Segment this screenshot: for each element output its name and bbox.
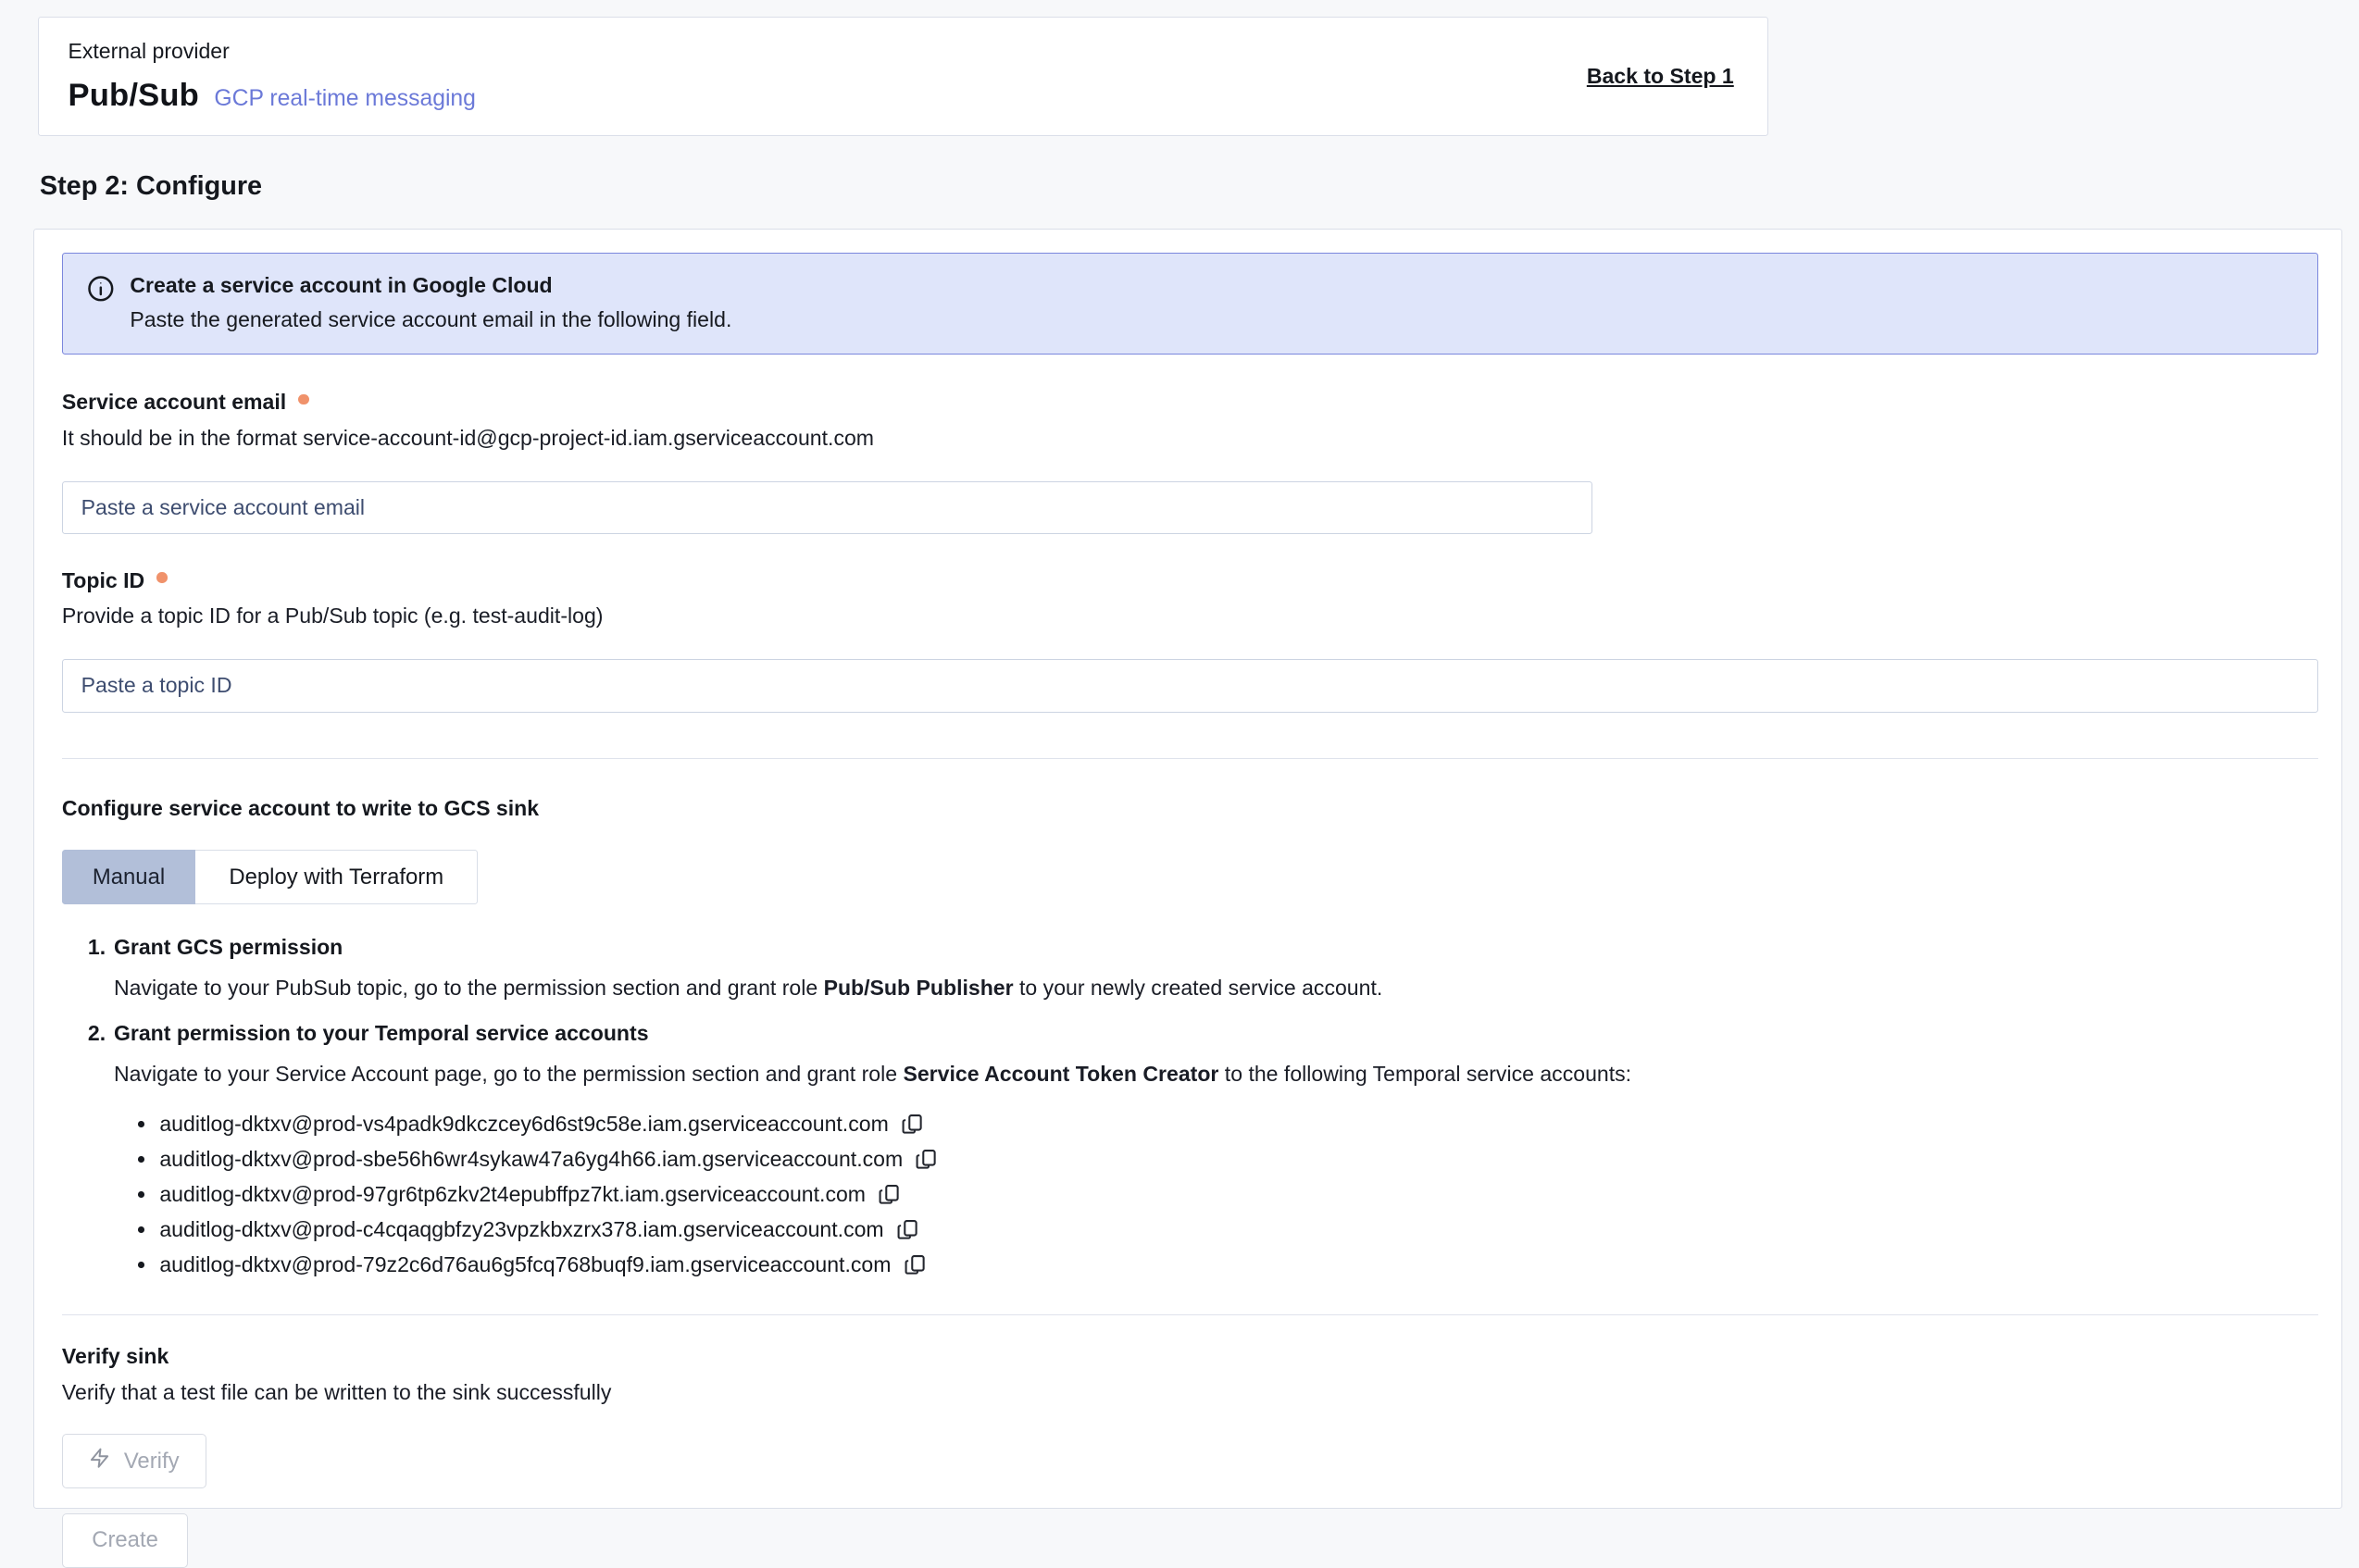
- bullet: [138, 1156, 144, 1163]
- step-body: Navigate to your PubSub topic, go to the…: [114, 974, 2318, 1002]
- service-account-email: auditlog-dktxv@prod-vs4padk9dkczcey6d6st…: [159, 1112, 888, 1137]
- step-grant-temporal-permission: 2. Grant permission to your Temporal ser…: [88, 1021, 2318, 1282]
- copy-icon[interactable]: [904, 1253, 927, 1276]
- page: External provider Pub/Sub GCP real-time …: [0, 0, 2359, 1519]
- required-indicator: [298, 394, 309, 405]
- temporal-service-account-list: auditlog-dktxv@prod-vs4padk9dkczcey6d6st…: [114, 1107, 2318, 1282]
- configure-section-heading: Configure service account to write to GC…: [62, 796, 2318, 821]
- step-body-text: to the following Temporal service accoun…: [1218, 1062, 1631, 1086]
- verify-sink-heading: Verify sink: [62, 1344, 2318, 1369]
- verify-button[interactable]: Verify: [62, 1434, 206, 1488]
- external-provider-label: External provider: [68, 39, 475, 64]
- list-item: auditlog-dktxv@prod-79z2c6d76au6g5fcq768…: [114, 1247, 2318, 1282]
- copy-icon[interactable]: [915, 1148, 938, 1171]
- page-title: Step 2: Configure: [40, 171, 262, 202]
- bullet: [138, 1226, 144, 1233]
- configure-card: Create a service account in Google Cloud…: [33, 229, 2341, 1509]
- configure-tabs: Manual Deploy with Terraform: [62, 850, 2318, 904]
- topic-id-helper: Provide a topic ID for a Pub/Sub topic (…: [62, 604, 2318, 628]
- step-grant-gcs-permission: 1. Grant GCS permission Navigate to your…: [88, 935, 2318, 1017]
- list-item: auditlog-dktxv@prod-vs4padk9dkczcey6d6st…: [114, 1107, 2318, 1142]
- create-button-label: Create: [92, 1527, 158, 1553]
- provider-name: Pub/Sub: [68, 78, 198, 114]
- copy-icon[interactable]: [878, 1183, 901, 1206]
- service-account-email-helper: It should be in the format service-accou…: [62, 426, 2318, 451]
- step-number: 2.: [88, 1021, 114, 1282]
- info-banner-body: Paste the generated service account emai…: [130, 307, 731, 332]
- bullet: [138, 1121, 144, 1127]
- step-body-role: Pub/Sub Publisher: [824, 976, 1014, 1000]
- step-number: 1.: [88, 935, 114, 1017]
- info-banner: Create a service account in Google Cloud…: [62, 253, 2318, 355]
- copy-icon[interactable]: [901, 1113, 924, 1136]
- step-title: Grant permission to your Temporal servic…: [114, 1021, 2318, 1046]
- required-indicator: [156, 572, 168, 583]
- step-title: Grant GCS permission: [114, 935, 2318, 960]
- tab-deploy-with-terraform[interactable]: Deploy with Terraform: [195, 850, 478, 904]
- copy-icon[interactable]: [896, 1218, 919, 1241]
- section-divider: [62, 1314, 2318, 1315]
- list-item: auditlog-dktxv@prod-97gr6tp6zkv2t4epubff…: [114, 1177, 2318, 1213]
- topic-id-label: Topic ID: [62, 568, 144, 593]
- step-body-role: Service Account Token Creator: [903, 1062, 1218, 1086]
- info-banner-title: Create a service account in Google Cloud: [130, 273, 731, 298]
- service-account-email-input[interactable]: [62, 481, 1592, 535]
- provider-tagline: GCP real-time messaging: [214, 86, 476, 112]
- list-item: auditlog-dktxv@prod-sbe56h6wr4sykaw47a6y…: [114, 1142, 2318, 1177]
- tab-manual[interactable]: Manual: [62, 850, 195, 904]
- step-body-text: to your newly created service account.: [1014, 976, 1383, 1000]
- provider-header-card: External provider Pub/Sub GCP real-time …: [38, 17, 1768, 136]
- bullet: [138, 1262, 144, 1268]
- list-item: auditlog-dktxv@prod-c4cqaqgbfzy23vpzkbxz…: [114, 1212, 2318, 1247]
- service-account-email: auditlog-dktxv@prod-79z2c6d76au6g5fcq768…: [159, 1252, 891, 1277]
- service-account-email: auditlog-dktxv@prod-c4cqaqgbfzy23vpzkbxz…: [159, 1217, 883, 1242]
- service-account-email: auditlog-dktxv@prod-sbe56h6wr4sykaw47a6y…: [159, 1147, 903, 1172]
- zap-icon: [89, 1446, 110, 1476]
- service-account-email: auditlog-dktxv@prod-97gr6tp6zkv2t4epubff…: [159, 1182, 866, 1207]
- service-account-email-label: Service account email: [62, 390, 286, 415]
- provider-header-left: External provider Pub/Sub GCP real-time …: [68, 39, 475, 114]
- manual-steps: 1. Grant GCS permission Navigate to your…: [62, 935, 2318, 1282]
- step-body: Navigate to your Service Account page, g…: [114, 1060, 2318, 1089]
- section-divider: [62, 758, 2318, 759]
- back-to-step-1-link[interactable]: Back to Step 1: [1587, 64, 1734, 89]
- info-banner-text: Create a service account in Google Cloud…: [130, 273, 731, 332]
- create-button[interactable]: Create: [62, 1513, 188, 1568]
- step-body-text: Navigate to your Service Account page, g…: [114, 1062, 904, 1086]
- info-icon: [87, 275, 115, 309]
- step-body-text: Navigate to your PubSub topic, go to the…: [114, 976, 824, 1000]
- bullet: [138, 1191, 144, 1198]
- verify-sink-description: Verify that a test file can be written t…: [62, 1380, 2318, 1405]
- topic-id-input[interactable]: [62, 659, 2318, 713]
- verify-button-label: Verify: [124, 1449, 180, 1475]
